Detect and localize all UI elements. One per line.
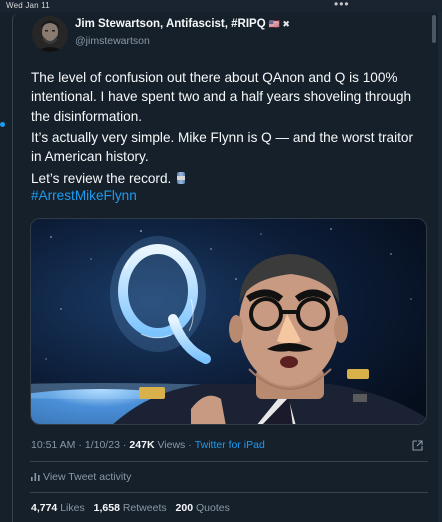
system-date: Wed Jan 11 bbox=[6, 1, 50, 10]
avatar[interactable] bbox=[32, 16, 68, 52]
likes-count: 4,774 bbox=[31, 502, 58, 514]
tweet-paragraph-3-text: Let’s review the record. bbox=[31, 171, 172, 186]
retweets-count: 1,658 bbox=[93, 502, 120, 514]
scrollbar-thumb[interactable] bbox=[432, 15, 436, 43]
tweet-time[interactable]: 10:51 AM bbox=[31, 439, 75, 451]
divider bbox=[30, 461, 428, 462]
author-flags: 🇺🇸 ✖ bbox=[268, 19, 290, 29]
bar-chart-icon bbox=[31, 473, 40, 481]
quotes-label: Quotes bbox=[196, 502, 230, 514]
author-name-text[interactable]: Jim Stewartson, Antifascist, #RIPQ bbox=[75, 18, 266, 30]
window-dots-icon[interactable]: ••• bbox=[334, 0, 350, 11]
tweet-paragraph-3: Let’s review the record. bbox=[31, 169, 427, 188]
activity-label[interactable]: View Tweet activity bbox=[43, 471, 131, 483]
engagement-stats: 4,774 Likes 1,658 Retweets 200 Quotes bbox=[31, 502, 230, 514]
views-analytics-icon[interactable] bbox=[412, 440, 423, 451]
tin-can-emoji-icon bbox=[177, 172, 186, 184]
divider bbox=[30, 492, 428, 493]
author-handle[interactable]: @jimstewartson bbox=[75, 35, 150, 47]
tweet-paragraph-1: The level of confusion out there about Q… bbox=[31, 70, 412, 124]
retweets-label: Retweets bbox=[122, 502, 167, 514]
likes-stat[interactable]: 4,774 Likes bbox=[31, 502, 85, 514]
views-count: 247K bbox=[129, 439, 155, 451]
source-link[interactable]: Twitter for iPad bbox=[195, 439, 265, 451]
hashtag-link[interactable]: #ArrestMikeFlynn bbox=[31, 188, 137, 203]
tweet-paragraph-2: It’s actually very simple. Mike Flynn is… bbox=[31, 130, 414, 165]
view-tweet-activity-link[interactable]: View Tweet activity bbox=[31, 471, 131, 483]
menu-bar: Wed Jan 11 ••• bbox=[0, 0, 442, 12]
scrollbar-track[interactable] bbox=[438, 12, 442, 522]
tweet-meta: 10:51 AM · 1/10/23 · 247K Views · Twitter for … bbox=[31, 439, 265, 451]
views-label: Views bbox=[157, 439, 186, 451]
tweet-image[interactable] bbox=[30, 218, 427, 425]
tweet-image-graphic bbox=[31, 219, 426, 424]
retweets-stat[interactable]: 1,658 Retweets bbox=[94, 502, 167, 514]
likes-label: Likes bbox=[60, 502, 85, 514]
author-name[interactable]: Jim Stewartson, Antifascist, #RIPQ 🇺🇸 ✖ bbox=[75, 18, 290, 30]
quotes-stat[interactable]: 200 Quotes bbox=[176, 502, 230, 514]
tweet-date[interactable]: 1/10/23 bbox=[85, 439, 120, 451]
quotes-count: 200 bbox=[175, 502, 194, 514]
avatar-photo-icon bbox=[32, 16, 68, 52]
unread-indicator-icon bbox=[0, 122, 5, 127]
